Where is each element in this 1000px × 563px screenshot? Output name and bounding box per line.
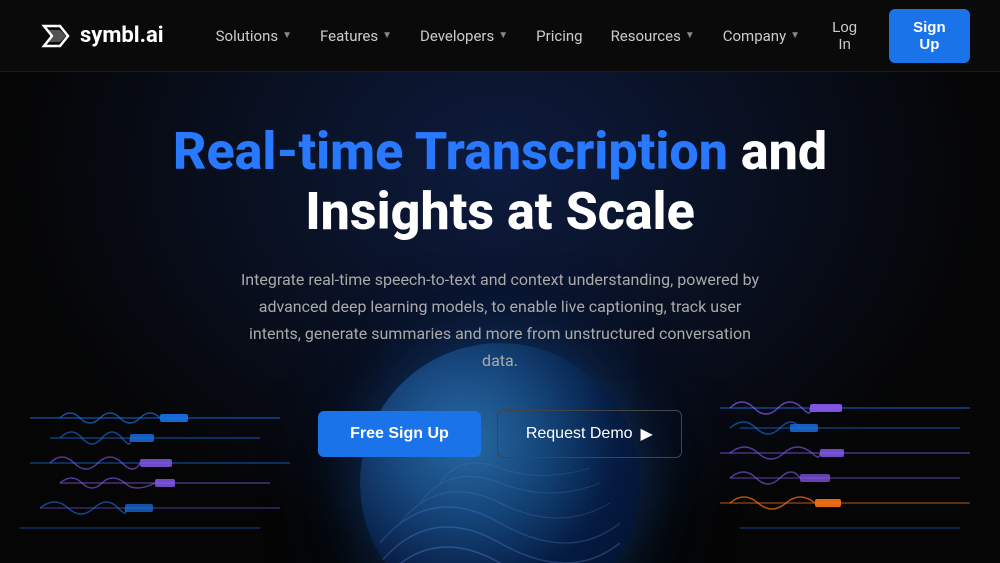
nav-item-pricing[interactable]: Pricing (524, 19, 594, 53)
nav-item-features[interactable]: Features ▼ (308, 19, 404, 53)
hero-section: Real-time Transcription andInsights at S… (0, 72, 1000, 563)
logo[interactable]: symbl.ai (40, 20, 164, 52)
chevron-down-icon: ▼ (790, 30, 800, 41)
hero-buttons: Free Sign Up Request Demo ▶ (173, 410, 827, 458)
chevron-down-icon: ▼ (685, 30, 695, 41)
nav-item-company[interactable]: Company ▼ (711, 19, 812, 53)
hero-title: Real-time Transcription andInsights at S… (173, 122, 827, 242)
chevron-down-icon: ▼ (382, 30, 392, 41)
nav-item-solutions[interactable]: Solutions ▼ (204, 19, 304, 53)
nav-item-resources[interactable]: Resources ▼ (599, 19, 707, 53)
free-signup-button[interactable]: Free Sign Up (318, 411, 481, 457)
nav-actions: Log In Sign Up (812, 9, 970, 63)
chevron-down-icon: ▼ (282, 30, 292, 41)
nav-links: Solutions ▼ Features ▼ Developers ▼ Pric… (204, 19, 812, 53)
hero-content: Real-time Transcription andInsights at S… (133, 72, 867, 458)
nav-item-developers[interactable]: Developers ▼ (408, 19, 520, 53)
hero-subtitle: Integrate real-time speech-to-text and c… (240, 266, 760, 375)
login-button[interactable]: Log In (812, 11, 877, 61)
hero-title-blue: Real-time Transcription (173, 121, 728, 182)
nav-signup-button[interactable]: Sign Up (889, 9, 970, 63)
navbar: symbl.ai Solutions ▼ Features ▼ Develope… (0, 0, 1000, 72)
chevron-down-icon: ▼ (498, 30, 508, 41)
logo-text: symbl.ai (80, 23, 164, 48)
logo-icon (40, 20, 72, 52)
request-demo-button[interactable]: Request Demo ▶ (497, 410, 682, 458)
arrow-icon: ▶ (641, 424, 653, 444)
